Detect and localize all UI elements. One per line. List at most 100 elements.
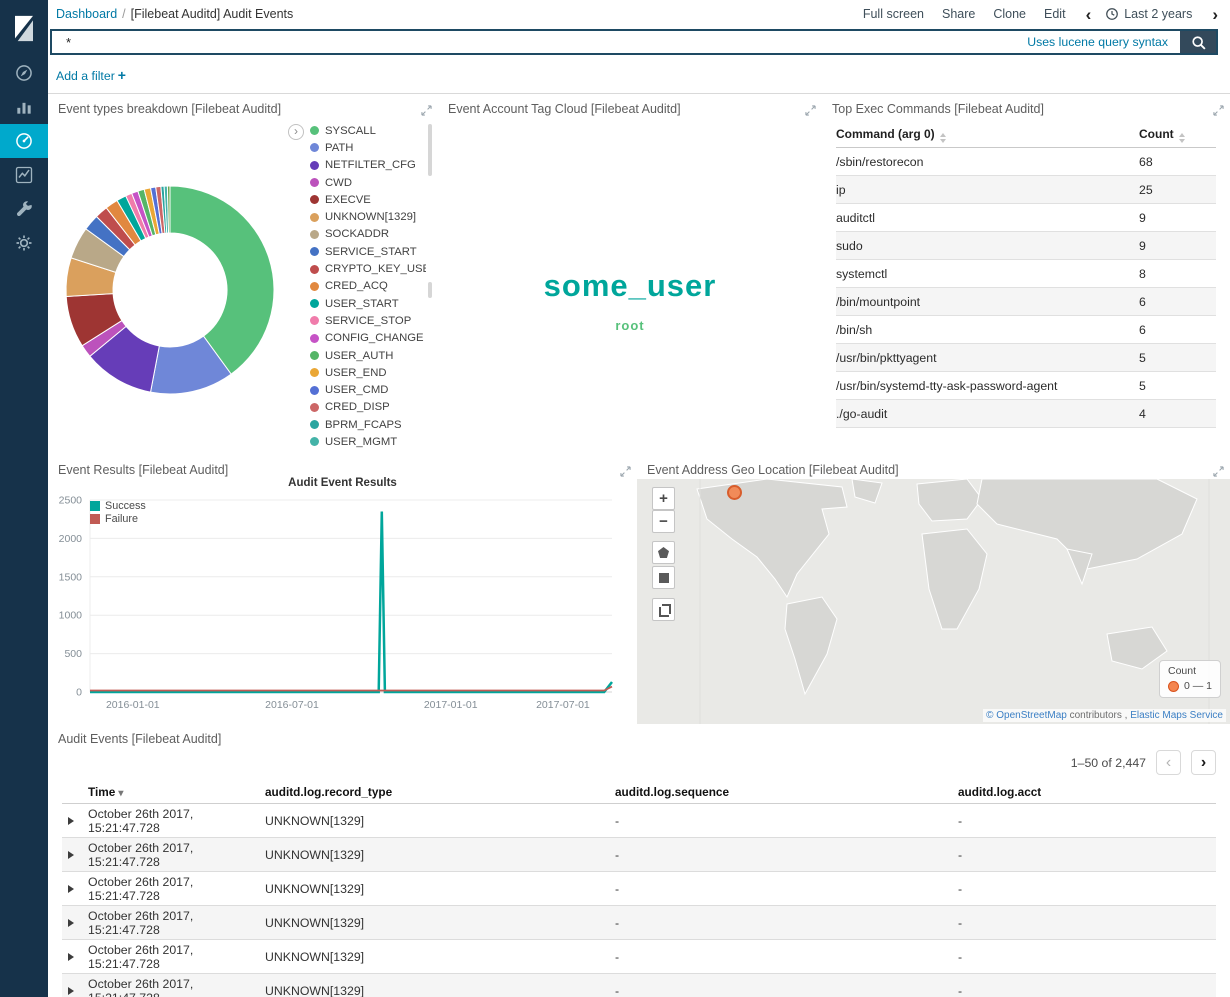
- time-picker-button[interactable]: Last 2 years: [1124, 7, 1192, 21]
- exec-count-cell: 9: [1139, 211, 1216, 225]
- expand-row-caret[interactable]: [68, 885, 74, 893]
- filter-bar: Add a filter+: [48, 57, 1230, 94]
- add-filter-button[interactable]: Add a filter+: [56, 67, 126, 83]
- panel-event-types: Event types breakdown [Filebeat Auditd] …: [48, 94, 438, 455]
- audit-time-cell: October 26th 2017, 15:21:47.728: [88, 807, 265, 835]
- breadcrumb-dashboard-link[interactable]: Dashboard: [56, 7, 117, 21]
- expand-row-caret[interactable]: [68, 817, 74, 825]
- search-button[interactable]: [1180, 31, 1216, 53]
- lucene-syntax-link[interactable]: Uses lucene query syntax: [1027, 35, 1168, 49]
- event-types-legend: SYSCALL PATH NETFILTER_CFG CWD EXECVE UN…: [310, 122, 426, 454]
- sidebar-item-management[interactable]: [0, 226, 48, 260]
- exec-count-cell: 5: [1139, 379, 1216, 393]
- previous-page-button[interactable]: ‹: [1156, 750, 1181, 775]
- sidebar-item-visualize[interactable]: [0, 90, 48, 124]
- expand-row-caret[interactable]: [68, 987, 74, 995]
- legend-item[interactable]: CRYPTO_KEY_USER: [310, 260, 426, 277]
- tag-cloud-tag[interactable]: some_user: [438, 268, 822, 304]
- map-attribution: © OpenStreetMap contributors , Elastic M…: [983, 709, 1226, 722]
- exec-command-cell: systemctl: [836, 267, 1139, 281]
- legend-item[interactable]: CONFIG_CHANGE: [310, 330, 426, 347]
- geo-point-marker[interactable]: [727, 485, 742, 500]
- legend-item[interactable]: SERVICE_STOP: [310, 312, 426, 329]
- legend-swatch: [310, 437, 319, 446]
- tag-cloud-tag[interactable]: root: [438, 318, 822, 333]
- sidebar-item-dev-tools[interactable]: [0, 192, 48, 226]
- full-screen-button[interactable]: Full screen: [863, 7, 924, 21]
- search-input[interactable]: [52, 31, 1027, 53]
- attribution-text[interactable]: © OpenStreetMap: [986, 710, 1067, 721]
- legend-item[interactable]: USER_START: [310, 295, 426, 312]
- clone-button[interactable]: Clone: [993, 7, 1026, 21]
- draw-rectangle-button[interactable]: [652, 566, 675, 589]
- crop-button[interactable]: [652, 598, 675, 621]
- next-page-button[interactable]: ›: [1191, 750, 1216, 775]
- legend-scrollbar[interactable]: [428, 124, 432, 176]
- bar-chart-icon: [14, 97, 34, 117]
- sidebar-item-dashboard[interactable]: [0, 124, 48, 158]
- exec-count-header[interactable]: Count: [1139, 127, 1216, 143]
- exec-table-header: Command (arg 0) Count: [836, 122, 1216, 148]
- expand-panel-icon[interactable]: [421, 103, 432, 121]
- legend-item[interactable]: CRYPTO_SESSION: [310, 451, 426, 454]
- legend-item[interactable]: USER_AUTH: [310, 347, 426, 364]
- attribution-text[interactable]: contributors ,: [1067, 710, 1130, 721]
- legend-item[interactable]: Success: [90, 499, 146, 512]
- expand-row-caret[interactable]: [68, 953, 74, 961]
- audit-acct-cell: -: [958, 916, 1216, 930]
- legend-item[interactable]: CRED_DISP: [310, 399, 426, 416]
- legend-item[interactable]: SERVICE_START: [310, 243, 426, 260]
- expand-panel-icon[interactable]: [1213, 103, 1224, 121]
- legend-item[interactable]: EXECVE: [310, 191, 426, 208]
- legend-item[interactable]: Failure: [90, 512, 146, 525]
- time-column-header[interactable]: Time▾: [88, 785, 265, 799]
- expand-row-caret[interactable]: [68, 919, 74, 927]
- legend-swatch: [310, 351, 319, 360]
- legend-item[interactable]: SOCKADDR: [310, 226, 426, 243]
- legend-swatch: [310, 386, 319, 395]
- table-row: /usr/bin/systemd-tty-ask-password-agent …: [836, 372, 1216, 400]
- legend-toggle-icon[interactable]: ›: [288, 124, 304, 140]
- zoom-out-button[interactable]: −: [652, 510, 675, 533]
- plus-icon: +: [118, 67, 126, 83]
- legend-item[interactable]: SYSCALL: [310, 122, 426, 139]
- sidebar-item-discover[interactable]: [0, 56, 48, 90]
- exec-command-cell: ./go-audit: [836, 407, 1139, 421]
- exec-count-cell: 9: [1139, 239, 1216, 253]
- legend-swatch: [310, 195, 319, 204]
- draw-polygon-button[interactable]: [652, 541, 675, 564]
- legend-item[interactable]: CRED_ACQ: [310, 278, 426, 295]
- share-button[interactable]: Share: [942, 7, 975, 21]
- audit-type-cell: UNKNOWN[1329]: [265, 916, 615, 930]
- world-map[interactable]: + − Count 0 — 1 © OpenStreetMap contribu…: [637, 479, 1230, 724]
- legend-swatch: [310, 265, 319, 274]
- time-forward-button[interactable]: ›: [1212, 6, 1218, 23]
- svg-text:500: 500: [64, 648, 82, 660]
- legend-item[interactable]: PATH: [310, 139, 426, 156]
- edit-button[interactable]: Edit: [1044, 7, 1066, 21]
- attribution-text[interactable]: Elastic Maps Service: [1130, 710, 1223, 721]
- legend-swatch: [310, 420, 319, 429]
- legend-swatch: [310, 213, 319, 222]
- legend-swatch: [90, 514, 100, 524]
- time-back-button[interactable]: ‹: [1086, 6, 1092, 23]
- legend-label: USER_END: [325, 367, 387, 379]
- legend-item[interactable]: UNKNOWN[1329]: [310, 208, 426, 225]
- legend-item[interactable]: BPRM_FCAPS: [310, 416, 426, 433]
- legend-item[interactable]: NETFILTER_CFG: [310, 157, 426, 174]
- zoom-in-button[interactable]: +: [652, 487, 675, 510]
- event-types-donut[interactable]: [48, 146, 298, 421]
- rectangle-icon: [659, 573, 669, 583]
- svg-text:2016-07-01: 2016-07-01: [265, 699, 319, 711]
- expand-row-caret[interactable]: [68, 851, 74, 859]
- legend-item[interactable]: CWD: [310, 174, 426, 191]
- legend-item[interactable]: USER_END: [310, 364, 426, 381]
- legend-item[interactable]: USER_MGMT: [310, 433, 426, 450]
- map-continents: [637, 479, 1230, 724]
- exec-command-header[interactable]: Command (arg 0): [836, 127, 1139, 143]
- sidebar-item-timelion[interactable]: [0, 158, 48, 192]
- legend-item[interactable]: USER_CMD: [310, 381, 426, 398]
- kibana-logo[interactable]: [0, 0, 48, 56]
- legend-label: CRYPTO_KEY_USER: [325, 263, 426, 275]
- legend-scrollbar[interactable]: [428, 282, 432, 298]
